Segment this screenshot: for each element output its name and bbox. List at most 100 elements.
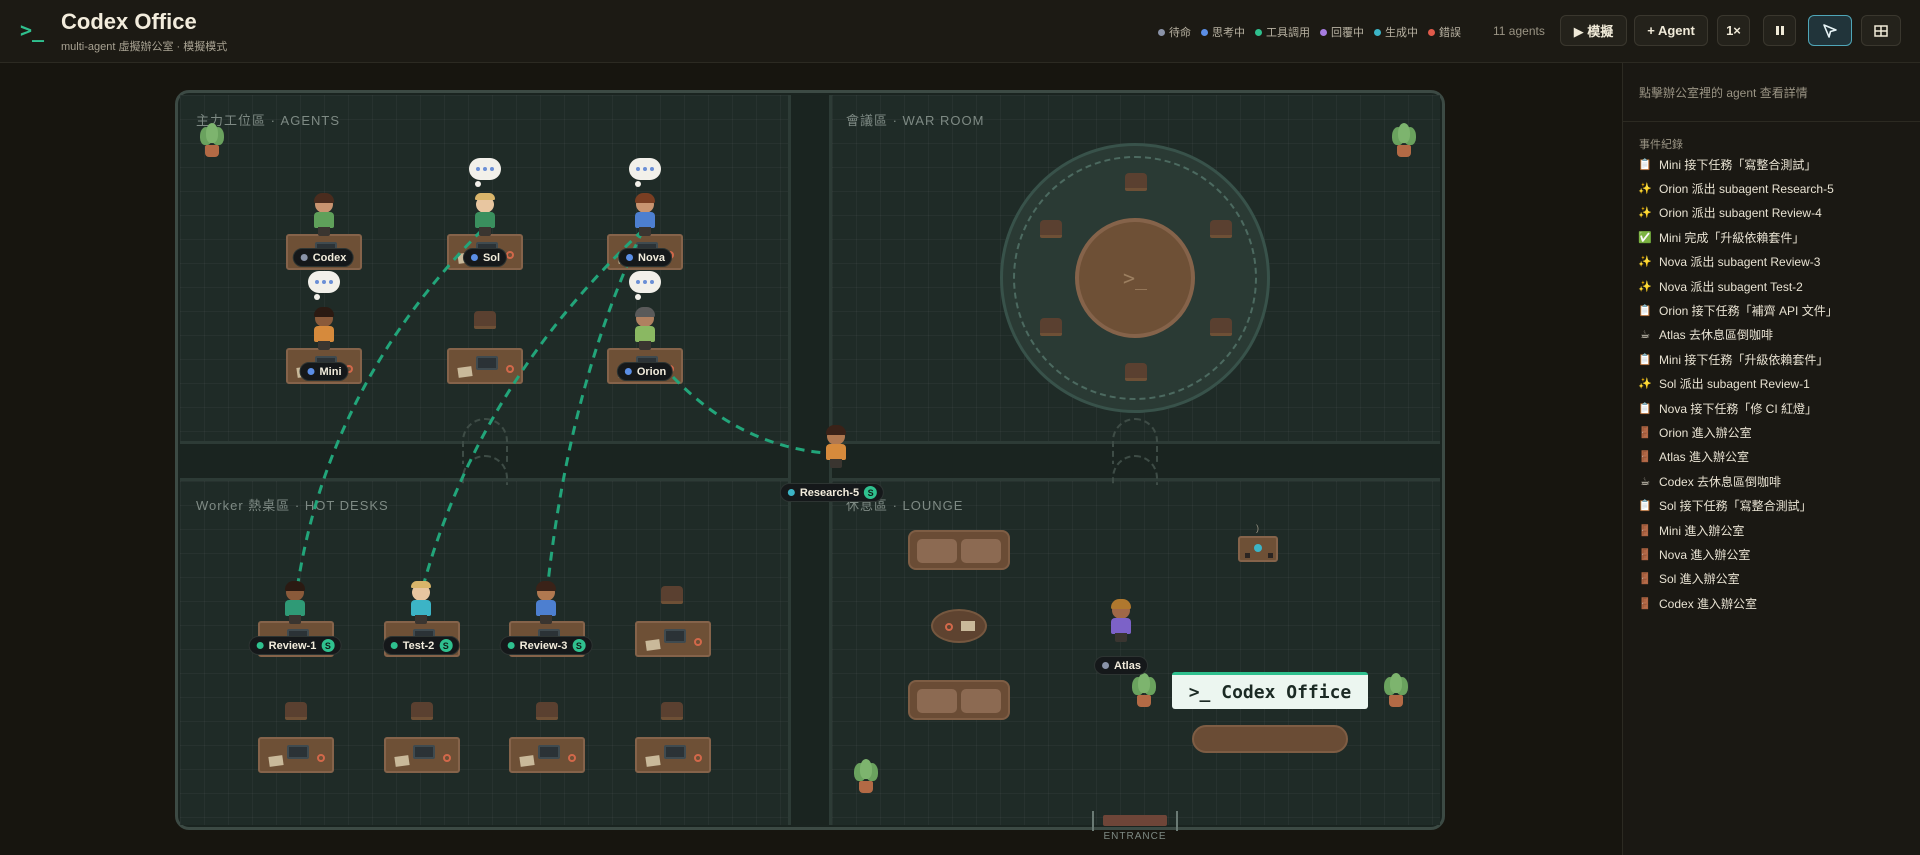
avatar-codex[interactable] xyxy=(309,193,339,237)
status-dot-icon xyxy=(787,489,795,496)
event-text: Orion 派出 subagent Review-4 xyxy=(1659,206,1822,221)
agent-tag-review-1[interactable]: Review-1 S xyxy=(248,636,342,655)
event-icon: ☕ xyxy=(1640,329,1650,342)
event-icon: ✨ xyxy=(1638,378,1652,391)
event-row: 🚪 Mini 進入辦公室 xyxy=(1638,518,1909,542)
event-row: ☕ Atlas 去休息區倒咖啡 xyxy=(1639,323,1909,347)
avatar-orion[interactable] xyxy=(630,307,660,351)
event-row: ✨ Orion 派出 subagent Review-4 xyxy=(1638,201,1909,225)
select-tool-button[interactable] xyxy=(1808,15,1852,46)
delegation-link xyxy=(422,228,645,584)
status-dot-icon xyxy=(1428,28,1435,36)
event-icon: 🚪 xyxy=(1638,548,1652,561)
event-text: Mini 進入辦公室 xyxy=(1659,523,1745,538)
event-row: 📋 Nova 接下任務「修 CI 紅燈」 xyxy=(1638,396,1909,420)
avatar-research-5[interactable] xyxy=(821,425,851,469)
event-row: 🚪 Sol 進入辦公室 xyxy=(1638,567,1909,591)
event-icon: 🚪 xyxy=(1638,597,1652,610)
event-icon: 📋 xyxy=(1638,500,1652,513)
event-icon: 🚪 xyxy=(1638,451,1652,464)
status-dot-icon xyxy=(390,642,398,649)
delegation-link xyxy=(671,375,827,455)
agent-tag-codex[interactable]: Codex xyxy=(292,248,354,267)
speed-button[interactable]: 1× xyxy=(1717,15,1750,46)
event-text: Atlas 去休息區倒咖啡 xyxy=(1659,328,1774,343)
event-text: Sol 派出 subagent Review-1 xyxy=(1659,377,1810,392)
status-dot-icon xyxy=(300,254,308,261)
detail-panel: 點擊辦公室裡的 agent 查看詳情 事件紀錄 📋 Mini 接下任務「寫整合測試… xyxy=(1622,63,1920,855)
event-row: ✨ Nova 派出 subagent Review-3 xyxy=(1638,250,1909,274)
avatar-atlas[interactable] xyxy=(1106,599,1136,643)
event-row: ✨ Orion 派出 subagent Research-5 xyxy=(1638,176,1909,200)
thinking-bubble-icon xyxy=(308,271,340,300)
event-icon: 📋 xyxy=(1638,305,1652,318)
agent-tag-mini[interactable]: Mini xyxy=(299,362,349,381)
event-icon: 🚪 xyxy=(1638,524,1652,537)
status-dot-icon xyxy=(1102,662,1110,669)
events-title: 事件紀錄 xyxy=(1639,139,1683,151)
app-header: >_ Codex Office multi-agent 虛擬辦公室 · 模擬模式… xyxy=(0,0,1920,63)
agent-tag-research-5[interactable]: Research-5 S xyxy=(779,483,885,502)
simulate-button[interactable]: ▶ 模擬 xyxy=(1560,15,1627,46)
event-text: Orion 進入辦公室 xyxy=(1659,425,1752,440)
agent-tag-orion[interactable]: Orion xyxy=(616,362,674,381)
agent-tag-atlas[interactable]: Atlas xyxy=(1094,656,1148,675)
event-icon: 📋 xyxy=(1638,402,1652,415)
status-dot-icon xyxy=(507,642,515,649)
agent-tag-sol[interactable]: Sol xyxy=(462,248,508,267)
status-dot-icon xyxy=(307,368,315,375)
legend-item-replying: 回覆中 xyxy=(1320,24,1364,40)
event-text: Sol 進入辦公室 xyxy=(1659,572,1740,587)
avatar-mini[interactable] xyxy=(309,307,339,351)
event-row: 📋 Sol 接下任務「寫整合測試」 xyxy=(1638,493,1909,517)
status-dot-icon xyxy=(256,642,264,649)
avatar-review-1[interactable] xyxy=(280,581,310,625)
agent-tag-nova[interactable]: Nova xyxy=(618,248,672,267)
event-row: ✨ Nova 派出 subagent Test-2 xyxy=(1638,274,1909,298)
event-text: Orion 派出 subagent Research-5 xyxy=(1659,182,1834,197)
status-dot-icon xyxy=(1255,28,1262,36)
event-text: Nova 派出 subagent Review-3 xyxy=(1659,255,1821,270)
subagent-badge: S xyxy=(439,639,453,652)
legend-item-tool: 工具調用 xyxy=(1255,24,1310,40)
event-text: Atlas 進入辦公室 xyxy=(1659,450,1750,465)
event-row: 📋 Mini 接下任務「升級依賴套件」 xyxy=(1638,347,1909,371)
agent-tag-review-3[interactable]: Review-3 S xyxy=(499,636,593,655)
add-agent-button[interactable]: + Agent xyxy=(1634,15,1708,46)
subagent-badge: S xyxy=(572,639,586,652)
legend-item-error: 錯誤 xyxy=(1428,24,1461,40)
panel-hint: 點擊辦公室裡的 agent 查看詳情 xyxy=(1639,86,1808,100)
event-text: Sol 接下任務「寫整合測試」 xyxy=(1659,499,1812,514)
event-icon: ☕ xyxy=(1640,475,1650,488)
pause-button[interactable] xyxy=(1763,15,1796,46)
delegation-links xyxy=(296,228,827,584)
event-icon: ✨ xyxy=(1638,256,1652,269)
event-icon: 🚪 xyxy=(1638,573,1652,586)
event-text: Mini 完成「升級依賴套件」 xyxy=(1659,230,1805,245)
event-icon: ✨ xyxy=(1638,280,1652,293)
event-row: ✅ Mini 完成「升級依賴套件」 xyxy=(1638,225,1909,249)
event-row: ✨ Sol 派出 subagent Review-1 xyxy=(1638,372,1909,396)
avatar-nova[interactable] xyxy=(630,193,660,237)
thinking-bubble-icon xyxy=(469,158,501,187)
layout-toggle-button[interactable] xyxy=(1861,15,1901,46)
event-row: 📋 Orion 接下任務「補齊 API 文件」 xyxy=(1638,298,1909,322)
event-text: Nova 接下任務「修 CI 紅燈」 xyxy=(1659,401,1818,416)
pause-icon xyxy=(1775,26,1784,35)
agent-tag-test-2[interactable]: Test-2 S xyxy=(382,636,460,655)
event-text: Codex 去休息區倒咖啡 xyxy=(1659,474,1782,489)
status-dot-icon xyxy=(1374,28,1381,36)
status-dot-icon xyxy=(624,368,632,375)
avatar-test-2[interactable] xyxy=(406,581,436,625)
event-icon: 📋 xyxy=(1638,158,1652,171)
grid-layout-icon xyxy=(1874,24,1888,37)
avatar-sol[interactable] xyxy=(470,193,500,237)
legend-item-generating: 生成中 xyxy=(1374,24,1418,40)
event-log: 📋 Mini 接下任務「寫整合測試」 ✨ Orion 派出 subagent Rese… xyxy=(1638,152,1909,615)
status-dot-icon xyxy=(1158,28,1165,36)
avatar-review-3[interactable] xyxy=(531,581,561,625)
event-icon: ✨ xyxy=(1638,207,1652,220)
event-text: Nova 派出 subagent Test-2 xyxy=(1659,279,1803,294)
office-floor: 主力工位區 · AGENTS 會議區 · WAR ROOM Worker 熱桌區… xyxy=(0,63,1622,855)
event-text: Nova 進入辦公室 xyxy=(1659,547,1751,562)
